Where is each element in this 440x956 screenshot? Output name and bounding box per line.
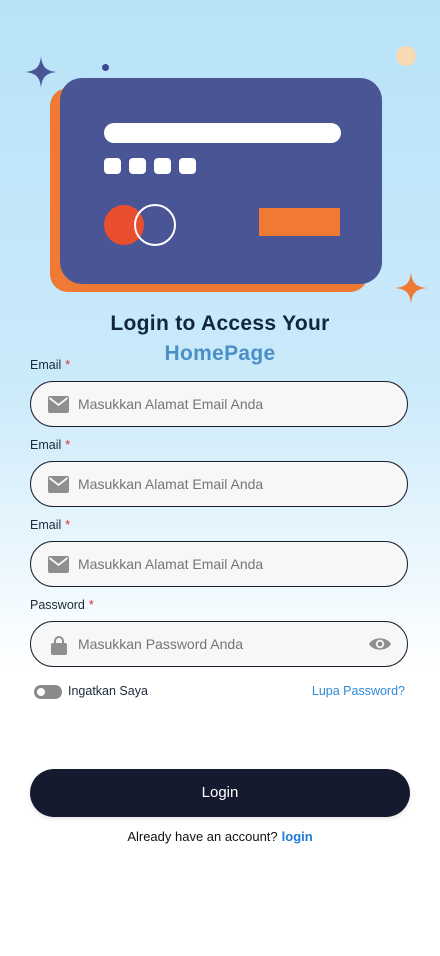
card-dot [104,158,121,174]
email-label: Email * [30,358,70,372]
sparkle-right-icon [395,272,427,304]
required-mark: * [88,598,94,612]
decorative-dot [396,46,416,66]
card-chip [259,208,340,236]
email-input[interactable] [78,396,358,412]
envelope-icon [48,476,69,497]
card-dot [129,158,146,174]
page-title-line1: Login to Access Your [110,312,330,335]
envelope-icon [48,396,69,417]
login-button[interactable]: Login [30,769,410,817]
password-label-text: Password [30,598,85,612]
required-mark: * [65,358,71,372]
email-label: Email * [30,518,70,532]
password-field[interactable] [30,621,408,667]
forgot-password-link[interactable]: Lupa Password? [312,684,405,698]
card-dot [154,158,171,174]
email-label: Email * [30,438,70,452]
footer-prompt: Already have an account? login [0,829,440,844]
password-label: Password * [30,598,94,612]
sparkle-left-icon [25,56,57,88]
email-field[interactable] [30,381,408,427]
decorative-dot [102,64,109,71]
email-field[interactable] [30,461,408,507]
password-input[interactable] [78,636,358,652]
footer-prompt-text: Already have an account? [127,829,278,844]
required-mark: * [65,518,71,532]
login-link[interactable]: login [282,829,313,844]
card-illustration [60,78,382,284]
eye-icon[interactable] [368,635,392,657]
card-dot [179,158,196,174]
email-input[interactable] [78,476,358,492]
lock-icon [51,635,67,659]
email-label-text: Email [30,438,62,452]
card-number-bar [104,123,341,143]
email-input[interactable] [78,556,358,572]
envelope-icon [48,556,69,577]
remember-me-toggle[interactable] [34,685,62,699]
remember-me-label: Ingatkan Saya [68,684,148,698]
email-label-text: Email [30,518,62,532]
email-label-text: Email [30,358,62,372]
required-mark: * [65,438,71,452]
card-logo-ring [134,204,176,246]
email-field[interactable] [30,541,408,587]
